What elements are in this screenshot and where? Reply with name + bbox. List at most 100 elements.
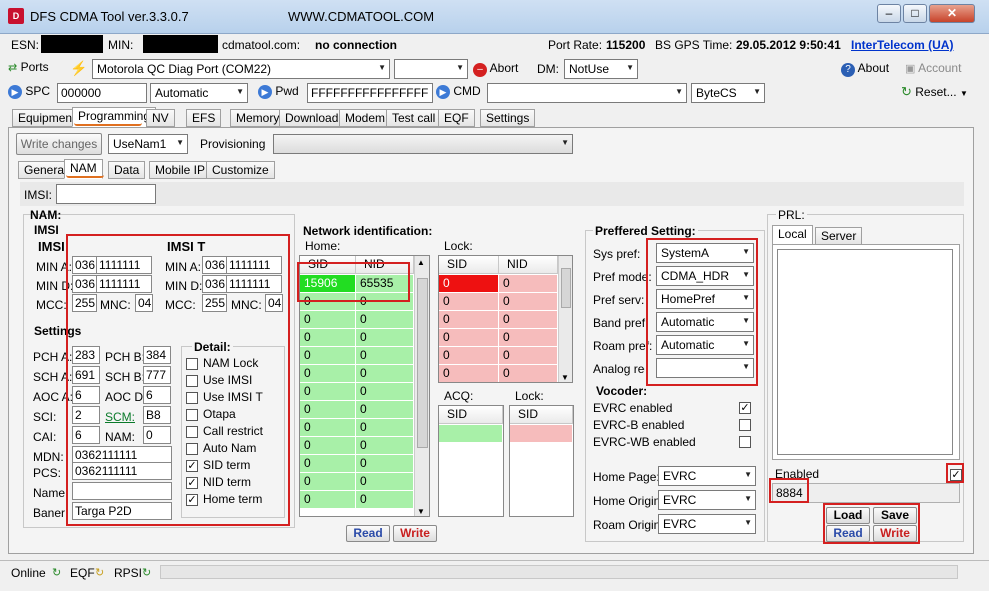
dm-select[interactable]: NotUse	[564, 59, 638, 79]
lock-grid[interactable]: SID NID 000000000000 ▼	[438, 255, 573, 383]
port-select[interactable]: Motorola QC Diag Port (COM22)	[92, 59, 390, 79]
spc-button[interactable]: ▶ SPC	[8, 84, 54, 102]
lock2-sid-header[interactable]: SID	[510, 406, 573, 424]
home-origin-select[interactable]: EVRC	[658, 490, 756, 510]
home-scroll-down-icon[interactable]: ▼	[417, 507, 425, 516]
home-nid-cell[interactable]: 0	[356, 473, 414, 491]
subtab-mobile-ip[interactable]: Mobile IP	[149, 161, 212, 179]
tab-settings[interactable]: Settings	[480, 109, 536, 127]
lock-sid-cell[interactable]: 0	[439, 275, 499, 293]
home-sid-cell[interactable]: 0	[300, 383, 356, 401]
lock-scroll-thumb[interactable]	[561, 268, 571, 308]
home-sid-cell[interactable]: 0	[300, 365, 356, 383]
lock-scroll-down-icon[interactable]: ▼	[561, 373, 569, 382]
about-button[interactable]: ? About	[841, 61, 899, 79]
tab-test-call[interactable]: Test call	[386, 109, 442, 127]
vocoder-checkbox-row[interactable]: EVRC enabled ✓	[593, 401, 759, 418]
nam-select[interactable]: UseNam1	[108, 134, 188, 154]
account-button[interactable]: ▣ Account	[905, 61, 977, 79]
home-sid-cell[interactable]: 0	[300, 401, 356, 419]
tab-nv[interactable]: NV	[146, 109, 175, 127]
lock-nid-cell[interactable]: 0	[499, 365, 558, 382]
home-nid-cell[interactable]: 0	[356, 329, 414, 347]
lock-sid-cell[interactable]: 0	[439, 365, 499, 382]
close-button[interactable]: ✕	[929, 4, 975, 23]
home-sid-cell[interactable]: 0	[300, 491, 356, 509]
lock-scrollbar[interactable]: ▼	[558, 256, 572, 382]
home-sid-cell[interactable]: 0	[300, 437, 356, 455]
home-nid-cell[interactable]: 0	[356, 455, 414, 473]
reset-button[interactable]: ↻ Reset... ▼	[901, 84, 977, 102]
vocoder-checkbox[interactable]	[739, 419, 751, 431]
pwd-button[interactable]: ▶ Pwd	[258, 84, 304, 102]
prl-list[interactable]	[777, 249, 953, 455]
home-page-select[interactable]: EVRC	[658, 466, 756, 486]
lock-nid-cell[interactable]: 0	[499, 311, 558, 329]
home-nid-cell[interactable]: 0	[356, 383, 414, 401]
home-scrollbar[interactable]: ▲ ▼	[414, 256, 429, 516]
tab-download[interactable]: Download	[279, 109, 345, 127]
bytecs-select[interactable]: ByteCS	[691, 83, 765, 103]
home-sid-cell[interactable]: 0	[300, 455, 356, 473]
lock-sid-cell[interactable]: 0	[439, 311, 499, 329]
cmd-button[interactable]: ▶ CMD	[436, 84, 486, 102]
home-sid-cell[interactable]: 0	[300, 347, 356, 365]
lock-sid-cell[interactable]: 0	[439, 347, 499, 365]
vocoder-checkbox-row[interactable]: EVRC-WB enabled	[593, 435, 759, 452]
cmd-select[interactable]	[487, 83, 687, 103]
home-nid-cell[interactable]: 0	[356, 419, 414, 437]
network-read-button[interactable]: Read	[346, 525, 390, 542]
acq-row[interactable]	[439, 425, 503, 443]
home-sid-cell[interactable]: 0	[300, 473, 356, 491]
spc-input[interactable]: 000000	[57, 83, 147, 103]
home-sid-cell[interactable]: 0	[300, 311, 356, 329]
port-extra-select[interactable]	[394, 59, 468, 79]
lock-nid-cell[interactable]: 0	[499, 275, 558, 293]
tab-equipment[interactable]: Equipment	[12, 109, 82, 127]
vocoder-checkbox-row[interactable]: EVRC-B enabled	[593, 418, 759, 435]
minimize-button[interactable]: –	[877, 4, 901, 23]
vocoder-checkbox[interactable]: ✓	[739, 402, 751, 414]
subtab-data[interactable]: Data	[108, 161, 146, 179]
tab-modem[interactable]: Modem	[339, 109, 392, 127]
vocoder-checkbox[interactable]	[739, 436, 751, 448]
acq-sid-header[interactable]: SID	[439, 406, 503, 424]
home-nid-cell[interactable]: 0	[356, 311, 414, 329]
pwd-input[interactable]: FFFFFFFFFFFFFFFF	[307, 83, 433, 103]
home-sid-cell[interactable]: 0	[300, 419, 356, 437]
connect-plug-icon[interactable]: ⚡	[70, 60, 88, 78]
tab-memory[interactable]: Memory	[230, 109, 286, 127]
lock2-grid[interactable]: SID	[509, 405, 574, 517]
abort-button[interactable]: – Abort	[473, 61, 528, 79]
provisioning-select[interactable]	[273, 134, 573, 154]
lock-sid-header[interactable]: SID	[439, 256, 499, 274]
subtab-customize[interactable]: Customize	[206, 161, 275, 179]
lock-sid-cell[interactable]: 0	[439, 329, 499, 347]
maximize-button[interactable]: □	[903, 4, 927, 23]
network-write-button[interactable]: Write	[393, 525, 437, 542]
lock-nid-header[interactable]: NID	[499, 256, 558, 274]
prl-tab-local[interactable]: Local	[772, 225, 813, 245]
tab-efs[interactable]: EFS	[186, 109, 222, 127]
home-scroll-up-icon[interactable]: ▲	[417, 258, 425, 267]
lock-nid-cell[interactable]: 0	[499, 293, 558, 311]
home-nid-cell[interactable]: 0	[356, 491, 414, 509]
roam-origin-select[interactable]: EVRC	[658, 514, 756, 534]
lock-sid-cell[interactable]: 0	[439, 293, 499, 311]
lock2-row[interactable]	[510, 425, 573, 443]
operator-link[interactable]: InterTelecom (UA)	[851, 38, 953, 52]
home-nid-cell[interactable]: 0	[356, 347, 414, 365]
write-changes-button[interactable]: Write changes	[16, 133, 102, 155]
spc-mode-select[interactable]: Automatic	[150, 83, 248, 103]
home-sid-cell[interactable]: 0	[300, 329, 356, 347]
prl-tab-server[interactable]: Server	[815, 227, 863, 245]
tab-eqf[interactable]: EQF	[438, 109, 475, 127]
home-nid-cell[interactable]: 0	[356, 437, 414, 455]
home-nid-cell[interactable]: 0	[356, 365, 414, 383]
lock-nid-cell[interactable]: 0	[499, 347, 558, 365]
imsi-input[interactable]	[56, 184, 156, 204]
acq-grid[interactable]: SID	[438, 405, 504, 517]
home-scroll-thumb[interactable]	[417, 278, 428, 448]
lock-nid-cell[interactable]: 0	[499, 329, 558, 347]
home-nid-cell[interactable]: 0	[356, 401, 414, 419]
